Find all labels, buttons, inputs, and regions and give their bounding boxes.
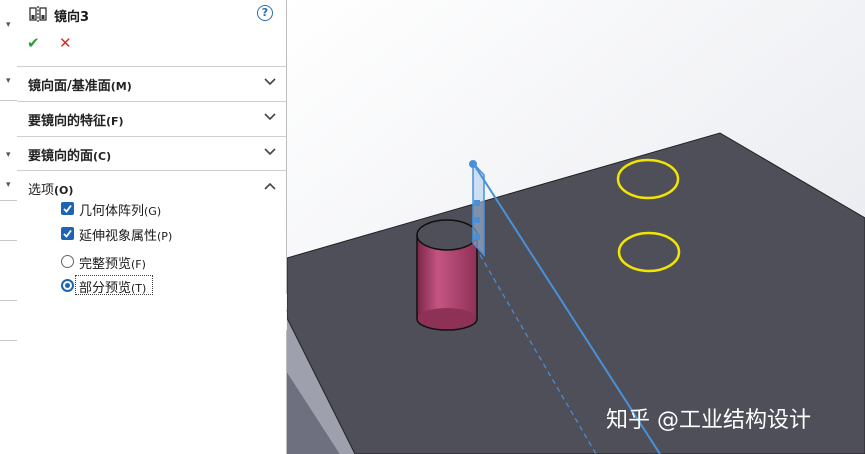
strip-divider [0, 340, 17, 341]
chevron-up-icon[interactable] [264, 181, 276, 191]
strip-chevron-icon: ▾ [6, 180, 11, 190]
chevron-down-icon[interactable] [264, 77, 276, 87]
group-title: 镜向面/基准面(M) [28, 79, 132, 94]
graphics-viewport[interactable] [287, 0, 865, 454]
cylinder-boss[interactable] [416, 219, 478, 331]
checkbox-checked-icon[interactable] [61, 202, 74, 215]
radio-label: 完整预览(F) [79, 257, 146, 272]
group-faces-to-mirror[interactable]: 要镜向的面(C) [17, 136, 286, 171]
group-title: 要镜向的面(C) [28, 149, 112, 164]
radio-selected-icon[interactable] [61, 279, 74, 292]
chevron-down-icon[interactable] [264, 112, 276, 122]
strip-divider [0, 240, 17, 241]
strip-divider [0, 300, 17, 301]
strip-divider [0, 100, 17, 101]
checkbox-label: 延伸视象属性(P) [79, 229, 173, 244]
chevron-down-icon[interactable] [264, 147, 276, 157]
strip-chevron-icon: ▾ [6, 150, 11, 160]
help-button[interactable]: ? [257, 5, 273, 21]
radio-unselected-icon[interactable] [61, 255, 74, 268]
group-features-to-mirror[interactable]: 要镜向的特征(F) [17, 101, 286, 136]
feature-tree-edge: ▾ ▾ ▾ ▾ [0, 0, 17, 454]
group-mirror-plane[interactable]: 镜向面/基准面(M) [17, 66, 286, 101]
strip-chevron-icon: ▾ [6, 76, 11, 86]
cancel-button[interactable]: ✕ [59, 34, 72, 52]
mirror-feature-icon [29, 6, 47, 22]
ok-button[interactable]: ✔ [27, 34, 40, 52]
watermark-text: 知乎 @工业结构设计 [606, 408, 811, 433]
x-icon: ✕ [59, 34, 72, 52]
panel-header: 镜向3 ? ✔ ✕ [17, 0, 286, 64]
checkbox-checked-icon[interactable] [61, 227, 74, 240]
check-icon: ✔ [27, 34, 40, 52]
strip-chevron-icon: ▾ [6, 20, 11, 30]
feature-title: 镜向3 [54, 10, 90, 25]
strip-divider [0, 200, 17, 201]
group-title: 选项(O) [28, 183, 74, 198]
group-title: 要镜向的特征(F) [28, 114, 124, 129]
property-manager: 镜向3 ? ✔ ✕ 镜向面/基准面(M) 要镜向的特征(F) 要镜向的面(C) … [17, 0, 287, 454]
checkbox-label: 几何体阵列(G) [79, 204, 162, 219]
radio-label: 部分预览(T) [79, 281, 147, 296]
